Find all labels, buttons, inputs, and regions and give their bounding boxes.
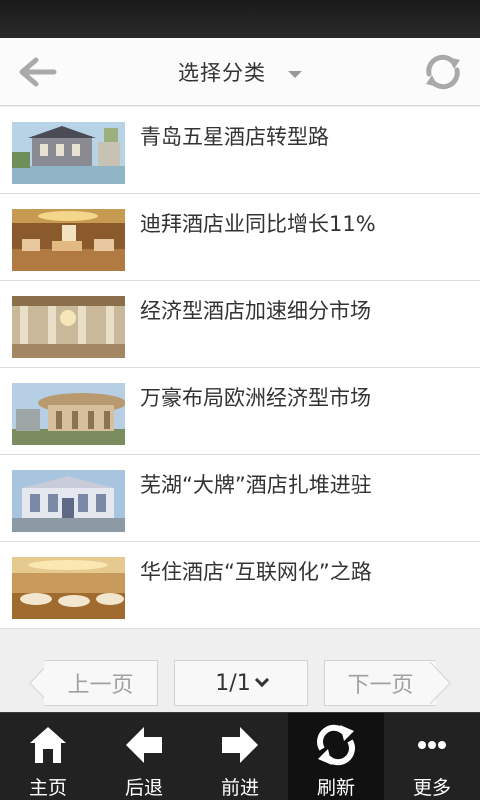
- article-title: 华住酒店“互联网化”之路: [140, 560, 372, 584]
- refresh-icon[interactable]: [420, 50, 466, 94]
- list-item[interactable]: 迪拜酒店业同比增长11%: [0, 194, 480, 281]
- dropdown-caret-icon: [288, 70, 302, 78]
- nav-forward-label: 前进: [220, 777, 259, 799]
- list-item[interactable]: 万豪布局欧洲经济型市场: [0, 368, 480, 455]
- page-selector[interactable]: 1/1: [174, 660, 308, 706]
- more-dots-icon: [418, 741, 446, 749]
- nav-home[interactable]: 主页: [0, 713, 96, 800]
- page-number: 1/1: [215, 670, 251, 696]
- hotel-thumbnail: [12, 557, 125, 619]
- back-arrow-icon[interactable]: [14, 50, 60, 94]
- refresh-icon: [317, 724, 355, 766]
- next-page-button[interactable]: 下一页: [324, 660, 436, 706]
- article-title: 青岛五星酒店转型路: [140, 125, 329, 149]
- nav-refresh[interactable]: 刷新: [288, 713, 384, 800]
- page-title: 选择分类: [178, 61, 266, 85]
- nav-more[interactable]: 更多: [384, 713, 480, 800]
- bottom-nav: 主页 后退 前进 刷新 更多: [0, 712, 480, 800]
- right-arrow-icon: [222, 727, 258, 763]
- nav-back-label: 后退: [124, 777, 163, 799]
- nav-more-label: 更多: [412, 777, 451, 799]
- home-icon: [30, 727, 66, 763]
- chevron-down-icon: [254, 672, 269, 688]
- status-bar: [0, 0, 480, 38]
- article-title: 迪拜酒店业同比增长11%: [140, 212, 376, 236]
- pagination: 上一页 1/1 下一页: [0, 656, 480, 712]
- nav-forward[interactable]: 前进: [192, 713, 288, 800]
- hotel-thumbnail: [12, 470, 125, 532]
- nav-refresh-label: 刷新: [316, 777, 355, 799]
- prev-page-button[interactable]: 上一页: [44, 660, 158, 706]
- article-list: 青岛五星酒店转型路 迪拜酒店业同比增长11% 经济型酒店加速细分市场 万豪布局欧…: [0, 107, 480, 629]
- list-item[interactable]: 经济型酒店加速细分市场: [0, 281, 480, 368]
- hotel-thumbnail: [12, 122, 125, 184]
- article-title: 经济型酒店加速细分市场: [140, 299, 371, 323]
- list-item[interactable]: 华住酒店“互联网化”之路: [0, 542, 480, 629]
- category-selector[interactable]: 选择分类: [150, 38, 330, 106]
- article-title: 芜湖“大牌”酒店扎堆进驻: [140, 473, 372, 497]
- app-root: 选择分类 青岛五星酒店转型路 迪拜酒店业同比增长11% 经济型酒店加速细分市场 …: [0, 0, 480, 800]
- list-item[interactable]: 芜湖“大牌”酒店扎堆进驻: [0, 455, 480, 542]
- list-item[interactable]: 青岛五星酒店转型路: [0, 107, 480, 194]
- article-title: 万豪布局欧洲经济型市场: [140, 386, 371, 410]
- next-arrow-tip: [428, 660, 451, 706]
- hotel-thumbnail: [12, 209, 125, 271]
- nav-home-label: 主页: [28, 777, 67, 799]
- header-bar: 选择分类: [0, 38, 480, 106]
- hotel-thumbnail: [12, 383, 125, 445]
- left-arrow-icon: [126, 727, 162, 763]
- hotel-thumbnail: [12, 296, 125, 358]
- nav-back[interactable]: 后退: [96, 713, 192, 800]
